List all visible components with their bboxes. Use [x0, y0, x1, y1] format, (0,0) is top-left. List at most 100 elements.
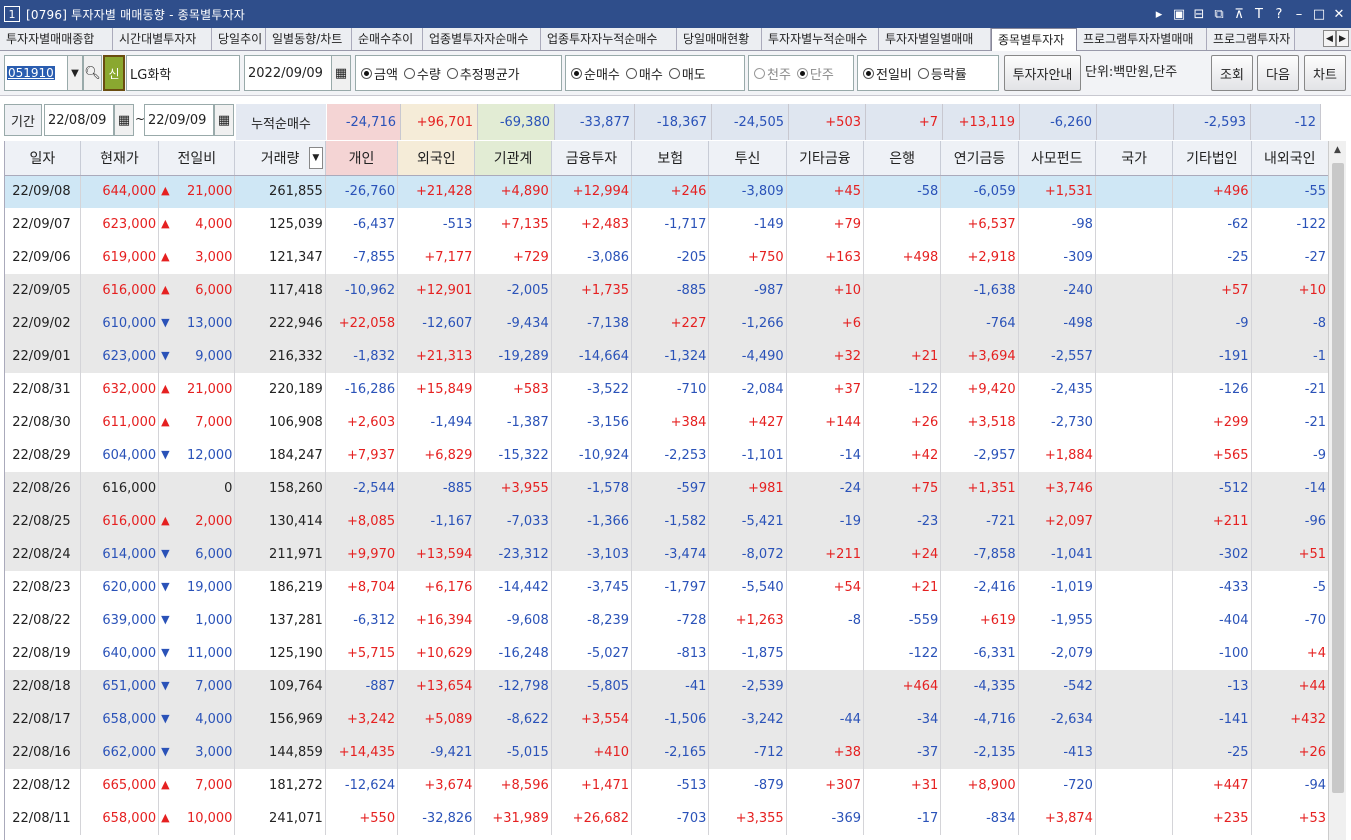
column-header[interactable]: 개인 [325, 141, 399, 176]
vertical-scrollbar[interactable]: ▲ [1328, 141, 1346, 840]
column-header[interactable]: 은행 [863, 141, 942, 176]
column-header[interactable]: 기타금융 [786, 141, 865, 176]
radio-radios2-1[interactable]: 매수 [625, 64, 663, 83]
volume-cell: 222,946 [234, 307, 326, 340]
code-dropdown-button[interactable]: ▼ [67, 55, 83, 91]
table-row[interactable]: 22/08/11 658,000 ▲ 10,000 241,071 +550 -32,826… [5, 802, 1328, 835]
tab-left-icon[interactable]: ◀ [1323, 30, 1336, 47]
chart-button[interactable]: 차트 [1304, 55, 1346, 91]
tab-1[interactable]: 시간대별투자자 [113, 28, 212, 50]
table-row[interactable]: 22/08/30 611,000 ▲ 7,000 106,908 +2,603 -1,494… [5, 406, 1328, 439]
sort-dropdown-icon[interactable]: ▼ [308, 147, 323, 169]
copy-window-icon[interactable]: ⧉ [1211, 7, 1227, 22]
radio-radios3-1[interactable]: 단주 [796, 64, 834, 83]
play-icon[interactable]: ▸ [1151, 7, 1167, 22]
table-row[interactable]: 22/08/26 616,000 0 158,260 -2,544 -885 +3,955-… [5, 472, 1328, 505]
table-row[interactable]: 22/08/17 658,000 ▼ 4,000 156,969 +3,242 +5,089… [5, 703, 1328, 736]
investor-guide-button[interactable]: 투자자안내 [1004, 55, 1081, 91]
table-row[interactable]: 22/08/22 639,000 ▼ 1,000 137,281 -6,312 +16,39… [5, 604, 1328, 637]
column-header[interactable]: 투신 [708, 141, 787, 176]
volume-cell: 216,332 [234, 340, 326, 373]
table-row[interactable]: 22/08/24 614,000 ▼ 6,000 211,971 +9,970 +13,59… [5, 538, 1328, 571]
font-icon[interactable]: T [1251, 7, 1267, 22]
price-cell: 616,000 [80, 505, 160, 538]
investor-value-cell: -191 [1172, 340, 1252, 373]
next-button[interactable]: 다음 [1257, 55, 1299, 91]
investor-value-cell: -597 [631, 472, 710, 505]
table-row[interactable]: 22/09/05 616,000 ▲ 6,000 117,418 -10,962 +12,9… [5, 274, 1328, 307]
table-row[interactable]: 22/08/12 665,000 ▲ 7,000 181,272 -12,624 +3,67… [5, 769, 1328, 802]
table-row[interactable]: 22/08/18 651,000 ▼ 7,000 109,764 -887 +13,654-… [5, 670, 1328, 703]
column-header[interactable]: 현재가 [80, 141, 160, 176]
calendar-icon[interactable]: ▦ [331, 55, 351, 91]
radio-radios2-2[interactable]: 매도 [668, 64, 706, 83]
scroll-up-icon[interactable]: ▲ [1329, 141, 1346, 159]
column-header[interactable]: 기관계 [474, 141, 552, 176]
to-date-input[interactable]: 22/09/09 [144, 104, 214, 136]
stock-code-input[interactable]: 051910 [4, 55, 68, 91]
table-row[interactable]: 22/08/23 620,000 ▼ 19,000 186,219 +8,704 +6,17… [5, 571, 1328, 604]
search-button[interactable]: 🔍︎ [83, 55, 102, 91]
tab-6[interactable]: 업종투자자누적순매수 [541, 28, 677, 50]
tab-9[interactable]: 투자자별일별매매 [879, 28, 991, 50]
memo-icon[interactable]: ▣ [1171, 7, 1187, 22]
tab-12[interactable]: 프로그램투자자 [1207, 28, 1295, 50]
investor-value-cell [1095, 505, 1174, 538]
tab-3[interactable]: 일별동향/차트 [266, 28, 352, 50]
radio-radios3-0[interactable]: 천주 [754, 64, 791, 83]
from-calendar-icon[interactable]: ▦ [114, 104, 134, 136]
date-input[interactable]: 2022/09/09 [244, 55, 332, 91]
change-cell: ▲ 21,000 [158, 373, 236, 406]
close-icon[interactable]: ✕ [1331, 7, 1347, 22]
table-row[interactable]: 22/09/01 623,000 ▼ 9,000 216,332 -1,832 +21,31… [5, 340, 1328, 373]
tab-8[interactable]: 투자자별누적순매수 [762, 28, 879, 50]
from-date-input[interactable]: 22/08/09 [44, 104, 114, 136]
radio-radios4-0[interactable]: 전일비 [863, 64, 912, 83]
column-header[interactable]: 거래량 ▼ [234, 141, 326, 176]
query-button[interactable]: 조회 [1211, 55, 1253, 91]
table-row[interactable]: 22/08/29 604,000 ▼ 12,000 184,247 +7,937 +6,82… [5, 439, 1328, 472]
radio-radios4-1[interactable]: 등락률 [917, 64, 967, 83]
investor-value-cell: -19 [786, 505, 865, 538]
table-row[interactable]: 22/09/08 644,000 ▲ 21,000 261,855 -26,760 +21,… [5, 175, 1328, 208]
table-row[interactable]: 22/09/06 619,000 ▲ 3,000 121,347 -7,855 +7,177… [5, 241, 1328, 274]
tab-4[interactable]: 순매수추이 [352, 28, 423, 50]
tab-7[interactable]: 당일매매현황 [677, 28, 762, 50]
column-header[interactable]: 일자 [5, 141, 81, 176]
minimize-icon[interactable]: – [1291, 7, 1307, 22]
pin-icon[interactable]: ⊼ [1231, 7, 1247, 22]
scrollbar-thumb[interactable] [1332, 163, 1344, 793]
tab-2[interactable]: 당일추이 [212, 28, 266, 50]
table-row[interactable]: 22/09/02 610,000 ▼ 13,000 222,946 +22,058 -12,… [5, 307, 1328, 340]
column-header[interactable]: 기타법인 [1172, 141, 1252, 176]
tab-5[interactable]: 업종별투자자순매수 [423, 28, 541, 50]
down-arrow-icon: ▼ [161, 349, 170, 362]
help-icon[interactable]: ? [1271, 7, 1287, 22]
table-row[interactable]: 22/09/07 623,000 ▲ 4,000 125,039 -6,437 -513 +7… [5, 208, 1328, 241]
column-header[interactable]: 사모펀드 [1018, 141, 1096, 176]
column-header[interactable]: 보험 [631, 141, 710, 176]
tab-11[interactable]: 프로그램투자자별매매 [1077, 28, 1207, 50]
table-row[interactable]: 22/08/31 632,000 ▲ 21,000 220,189 -16,286 +15,… [5, 373, 1328, 406]
column-header[interactable]: 연기금등 [940, 141, 1019, 176]
table-row[interactable]: 22/08/25 616,000 ▲ 2,000 130,414 +8,085 -1,167… [5, 505, 1328, 538]
table-row[interactable]: 22/08/16 662,000 ▼ 3,000 144,859 +14,435 -9,42… [5, 736, 1328, 769]
column-header[interactable]: 내외국인 [1251, 141, 1328, 176]
radio-radios2-0[interactable]: 순매수 [571, 64, 620, 83]
table-row[interactable]: 22/08/19 640,000 ▼ 11,000 125,190 +5,715 +10,6… [5, 637, 1328, 670]
tab-10[interactable]: 종목별투자자 [991, 28, 1077, 51]
to-calendar-icon[interactable]: ▦ [214, 104, 234, 136]
radio-radios1-2[interactable]: 추정평균가 [446, 64, 520, 83]
radio-radios1-0[interactable]: 금액 [361, 64, 398, 83]
credit-badge[interactable]: 신 [103, 55, 125, 91]
column-header[interactable]: 외국인 [397, 141, 476, 176]
radio-radios1-1[interactable]: 수량 [403, 64, 441, 83]
maximize-icon[interactable]: □ [1311, 7, 1327, 22]
column-header[interactable]: 금융투자 [551, 141, 633, 176]
tab-0[interactable]: 투자자별매매종합 [0, 28, 113, 50]
price-cell: 619,000 [80, 241, 160, 274]
column-header[interactable]: 전일비 [158, 141, 236, 176]
column-header[interactable]: 국가 [1095, 141, 1174, 176]
layout-icon[interactable]: ⊟ [1191, 7, 1207, 22]
tab-right-icon[interactable]: ▶ [1336, 30, 1349, 47]
